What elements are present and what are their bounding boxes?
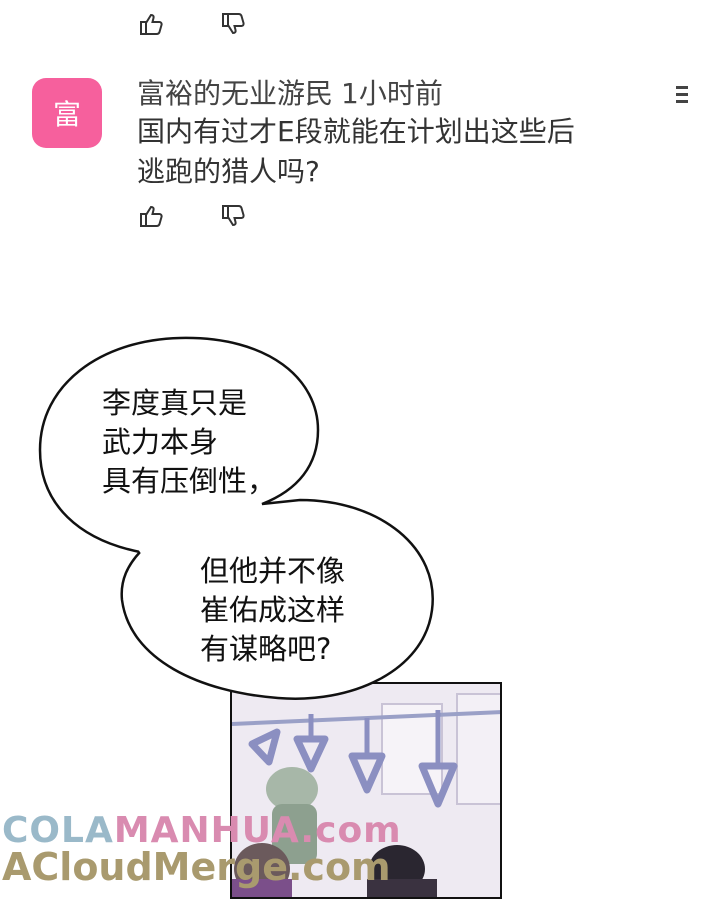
bubble-line: 有谋略吧? (200, 632, 332, 666)
bubble-line: 李度真只是 (102, 386, 248, 420)
comment-vote-row (137, 202, 247, 230)
comment-time: 1小时前 (341, 77, 443, 110)
comment-body: 国内有过才E段就能在计划出这些后 逃跑的猎人吗? (137, 112, 677, 192)
comment-item: 富 富裕的无业游民 1小时前 国内有过才E段就能在计划出这些后 逃跑的猎人吗? (32, 72, 712, 232)
thumbs-down-icon[interactable] (219, 10, 247, 38)
more-menu-icon[interactable] (676, 80, 700, 108)
speech-bubble-1-text: 李度真只是 武力本身 具有压倒性， (102, 384, 276, 501)
bubble-line: 但他并不像 (200, 554, 346, 588)
speech-bubbles-art (38, 336, 434, 700)
comic-panel-area: 李度真只是 武力本身 具有压倒性， 但他并不像 崔佑成这样 有谋略吧? COLA… (0, 300, 720, 899)
bubble-line: 武力本身 (102, 425, 219, 459)
watermark: COLAMANHUA.com ACloudMerge.com (2, 810, 402, 889)
thumbs-up-icon[interactable] (137, 10, 165, 38)
comment-body-line: 国内有过才E段就能在计划出这些后 (137, 115, 575, 148)
watermark-line-2: ACloudMerge.com (2, 845, 391, 889)
bubble-line: 崔佑成这样 (200, 593, 346, 627)
comment-body-line: 逃跑的猎人吗? (137, 155, 320, 188)
thumbs-down-icon[interactable] (219, 202, 247, 230)
speech-bubble-2-text: 但他并不像 崔佑成这样 有谋略吧? (200, 552, 345, 669)
comment-username[interactable]: 富裕的无业游民 (137, 77, 333, 110)
bubble-line: 具有压倒性， (102, 464, 277, 498)
avatar[interactable]: 富 (32, 78, 102, 148)
comment-meta: 富裕的无业游民 1小时前 (137, 72, 443, 112)
thumbs-up-icon[interactable] (137, 202, 165, 230)
top-vote-row (137, 10, 247, 38)
